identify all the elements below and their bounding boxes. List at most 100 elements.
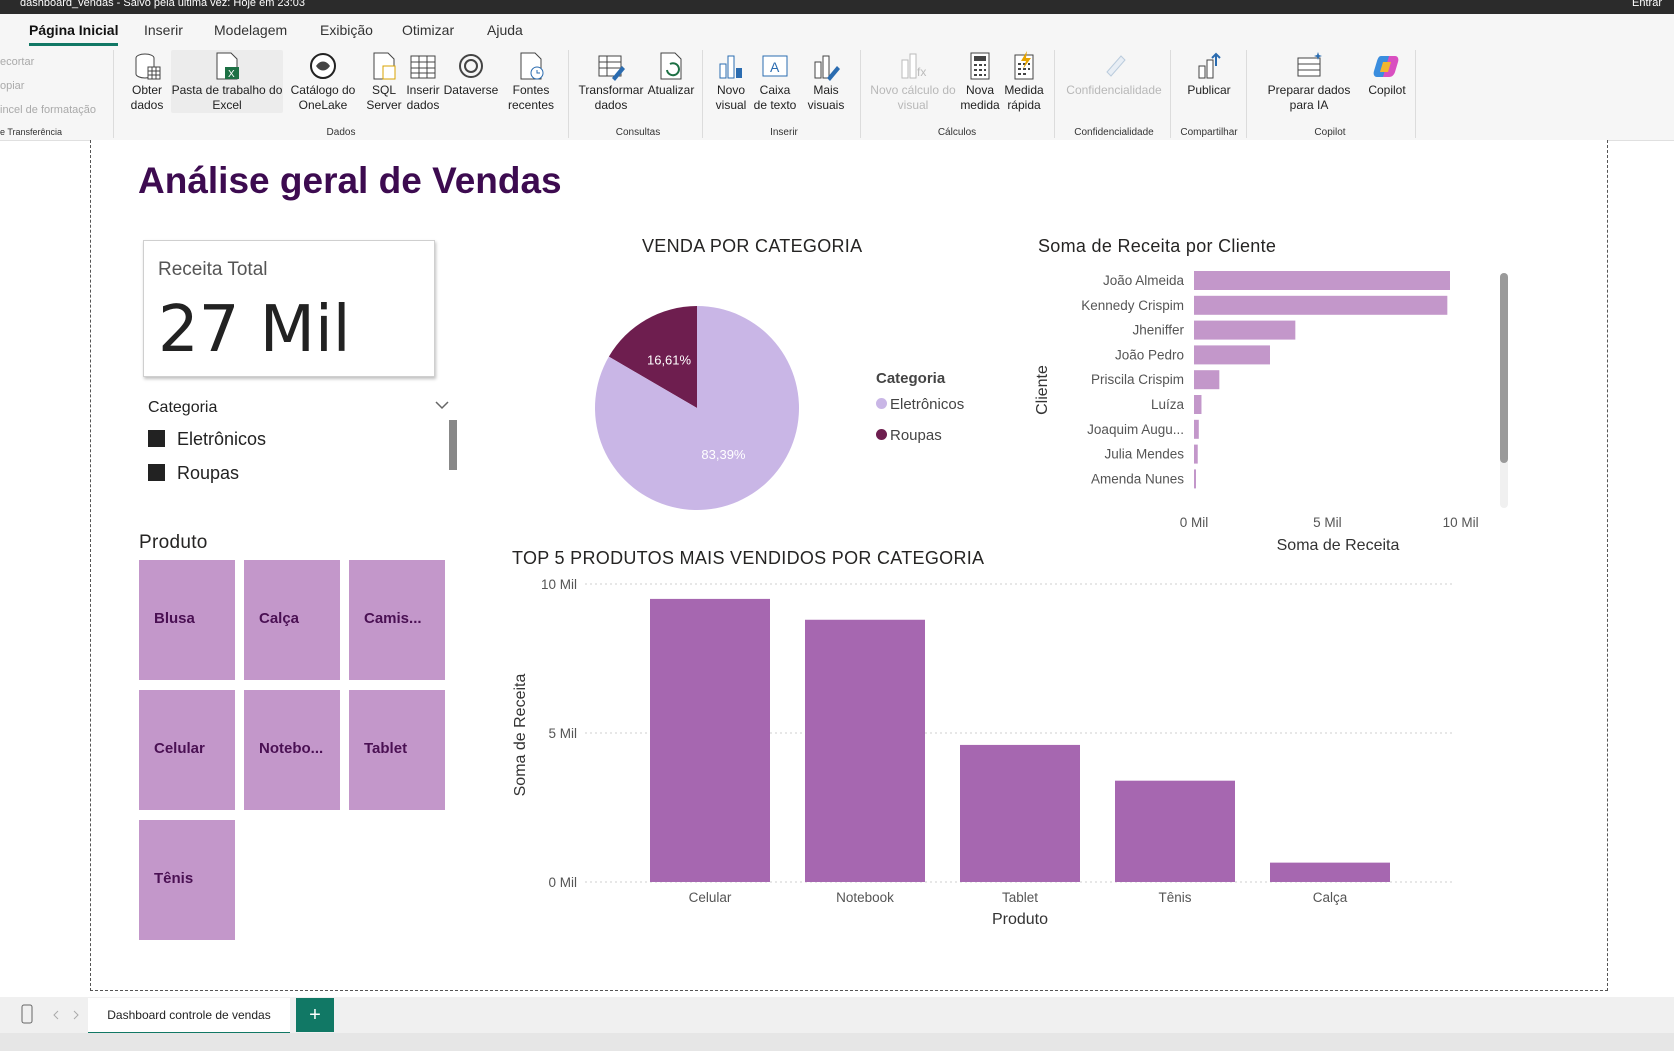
sign-in-link[interactable]: Entrar <box>1632 0 1662 10</box>
product-bar[interactable] <box>805 619 925 882</box>
window-title: dashboard_vendas - Salvo pela última vez… <box>20 0 305 9</box>
client-bar-chart[interactable]: João Almeida Kennedy Crispim Jheniffer João… <box>1030 265 1510 560</box>
new-visual-icon <box>719 55 742 79</box>
more-visuals-button[interactable]: Mais visuais <box>802 50 850 113</box>
legend-item-roupas[interactable]: Roupas <box>876 427 942 444</box>
y-tick-label: 5 Mil <box>548 726 577 741</box>
chevron-right-icon[interactable] <box>72 1010 80 1020</box>
separator <box>702 50 703 138</box>
svg-text:A: A <box>770 59 780 75</box>
client-bar[interactable] <box>1194 444 1198 464</box>
pie-label-roupas: 16,61% <box>647 352 692 367</box>
database-icon <box>135 53 161 80</box>
treemap-tile[interactable]: Calça <box>244 560 340 680</box>
publish-icon <box>1198 52 1221 79</box>
product-column-chart[interactable]: 0 Mil 5 Mil 10 Mil Celular Notebook Tablet Tên… <box>505 570 1465 930</box>
checkbox[interactable] <box>148 464 165 481</box>
slicer-scrollbar[interactable] <box>449 420 457 470</box>
y-axis-title: Soma de Receita <box>512 674 529 797</box>
chevron-down-icon[interactable] <box>434 399 450 413</box>
enter-data-button[interactable]: Inserir dados <box>404 50 442 113</box>
get-data-button[interactable]: Obter dados <box>127 50 167 113</box>
transform-data-button[interactable]: Transformar dados <box>578 50 644 113</box>
table-icon <box>410 55 436 79</box>
tab-ajuda[interactable]: Ajuda <box>487 22 523 38</box>
client-bar[interactable] <box>1194 271 1450 290</box>
slicer-item-eletronicos[interactable]: Eletrônicos <box>148 429 266 450</box>
treemap-tile[interactable]: Notebo... <box>244 690 340 810</box>
client-category-label: Jheniffer <box>1132 323 1184 338</box>
ribbon: ecortar opiar incel de formatação e Tran… <box>0 48 1674 141</box>
more-visuals-icon <box>814 55 840 81</box>
client-bar[interactable] <box>1194 320 1296 340</box>
svg-text:fx: fx <box>917 65 926 79</box>
page-tab[interactable]: Dashboard controle de vendas <box>88 998 290 1035</box>
svg-text:X: X <box>228 69 235 80</box>
treemap-tile[interactable]: Tablet <box>349 690 445 810</box>
client-bar[interactable] <box>1194 295 1448 315</box>
treemap-tile[interactable]: Blusa <box>139 560 235 680</box>
group-clipboard: e Transferência <box>0 127 63 137</box>
client-bar[interactable] <box>1194 370 1220 390</box>
treemap-tile[interactable]: Celular <box>139 690 235 810</box>
kpi-label: Receita Total <box>158 259 268 280</box>
slicer-item-roupas[interactable]: Roupas <box>148 463 239 484</box>
tab-pagina-inicial[interactable]: Página Inicial <box>29 22 119 46</box>
onelake-catalog-button[interactable]: Catálogo do OneLake <box>285 50 361 113</box>
kpi-card[interactable]: Receita Total 27 Mil <box>143 240 435 377</box>
tab-modelagem[interactable]: Modelagem <box>214 22 287 38</box>
product-bar[interactable] <box>960 744 1080 882</box>
scrollbar-thumb[interactable] <box>1500 273 1508 463</box>
quick-measure-button[interactable]: Medida rápida <box>1002 50 1046 113</box>
text-box-icon: A <box>762 55 788 77</box>
dataverse-button[interactable]: Dataverse <box>443 50 499 98</box>
client-bar[interactable] <box>1194 419 1199 439</box>
chevron-left-icon[interactable] <box>52 1010 60 1020</box>
x-axis-title: Produto <box>992 911 1048 928</box>
refresh-button[interactable]: Atualizar <box>646 50 696 98</box>
cut-button[interactable]: ecortar <box>0 56 34 68</box>
publish-button[interactable]: Publicar <box>1180 50 1238 98</box>
dataverse-icon <box>459 54 483 78</box>
copy-button[interactable]: opiar <box>0 80 24 92</box>
onelake-icon <box>310 53 336 79</box>
new-measure-button[interactable]: Nova medida <box>960 50 1000 113</box>
prepare-data-ai-button[interactable]: Preparar dados para IA <box>1254 50 1364 113</box>
mobile-layout-icon[interactable] <box>20 1004 34 1024</box>
recent-sources-button[interactable]: Fontes recentes <box>501 50 561 113</box>
client-category-label: João Pedro <box>1115 347 1184 362</box>
client-bar[interactable] <box>1194 345 1270 365</box>
client-bar[interactable] <box>1194 469 1196 489</box>
pie-legend-title: Categoria <box>876 370 946 387</box>
sensitivity-button[interactable]: Confidencialidade <box>1062 50 1166 98</box>
excel-workbook-button[interactable]: X Pasta de trabalho do Excel <box>171 50 283 113</box>
new-visual-calculation-button[interactable]: fx Novo cálculo do visual <box>868 50 958 113</box>
product-bar[interactable] <box>1115 780 1235 882</box>
client-bar[interactable] <box>1194 395 1202 414</box>
new-visual-button[interactable]: Novo visual <box>712 50 750 113</box>
product-bar[interactable] <box>650 598 770 882</box>
tab-otimizar[interactable]: Otimizar <box>402 22 454 38</box>
text-box-button[interactable]: A Caixa de texto <box>752 50 798 113</box>
sensitivity-icon <box>1106 55 1126 77</box>
legend-item-eletronicos[interactable]: Eletrônicos <box>876 396 964 413</box>
pie-chart-title: VENDA POR CATEGORIA <box>642 236 863 256</box>
sql-server-icon <box>373 52 396 80</box>
pie-chart[interactable]: 16,61% 83,39% <box>586 300 816 520</box>
separator <box>1054 50 1055 138</box>
sql-server-button[interactable]: SQL Server <box>366 50 402 113</box>
add-page-button[interactable]: + <box>296 998 334 1032</box>
tab-inserir[interactable]: Inserir <box>144 22 183 38</box>
separator <box>113 50 114 138</box>
function-icon: fx <box>901 53 926 79</box>
excel-icon: X <box>216 52 239 80</box>
separator <box>1246 50 1247 138</box>
format-painter-button[interactable]: incel de formatação <box>0 104 96 116</box>
treemap-tile[interactable]: Tênis <box>139 820 235 940</box>
y-tick-label: 10 Mil <box>541 577 577 592</box>
tab-exibicao[interactable]: Exibição <box>320 22 373 38</box>
treemap-tile[interactable]: Camis... <box>349 560 445 680</box>
checkbox[interactable] <box>148 430 165 447</box>
copilot-button[interactable]: Copilot <box>1364 50 1410 98</box>
product-bar[interactable] <box>1270 862 1390 882</box>
